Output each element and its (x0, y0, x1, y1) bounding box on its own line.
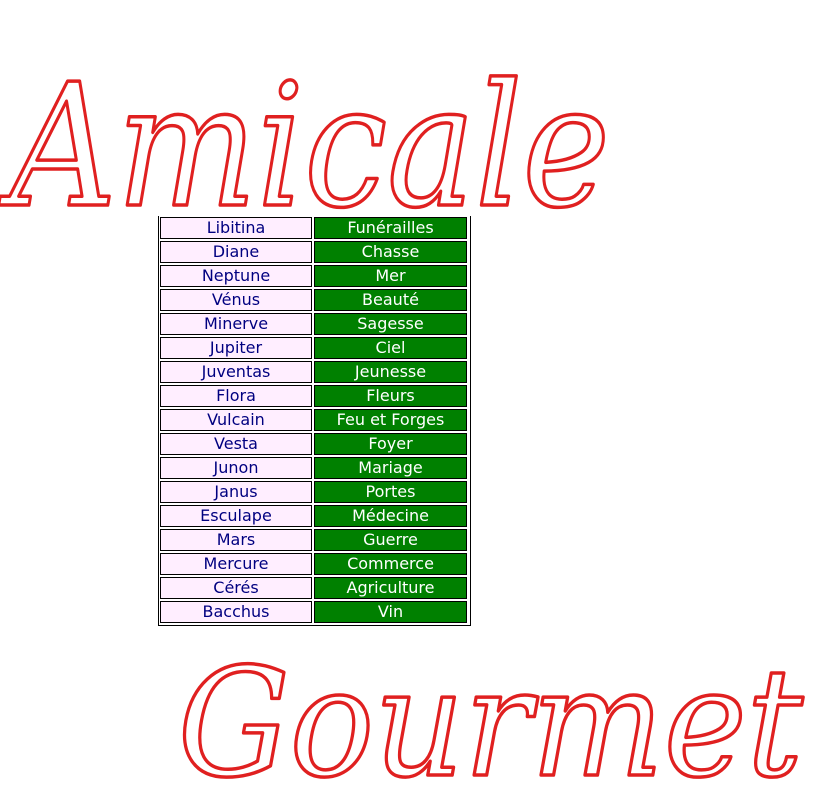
handwriting-amicale: Amicale (0, 48, 610, 246)
handwriting-gourmet: Gourmet (178, 637, 804, 789)
handwritten-annotations: Amicale Gourmet (0, 46, 805, 789)
